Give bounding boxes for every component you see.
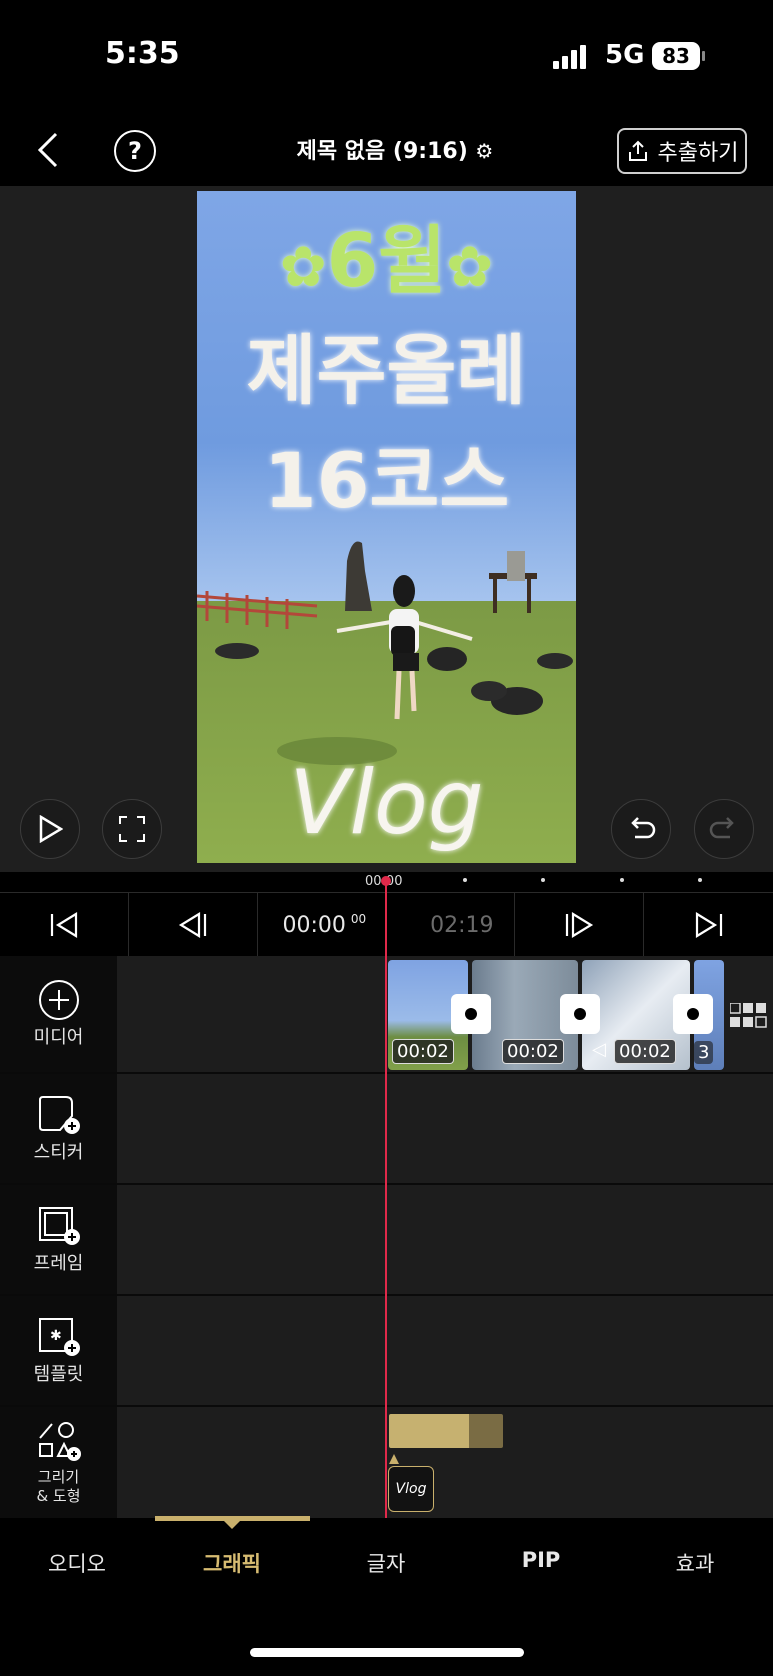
- fullscreen-button[interactable]: [102, 799, 162, 859]
- graphic-clip[interactable]: [389, 1414, 469, 1448]
- overlay-line-3: 16코스: [263, 436, 510, 525]
- home-indicator[interactable]: [250, 1648, 524, 1657]
- track-label-media: 미디어: [33, 1027, 84, 1048]
- mute-icon[interactable]: ◁: [592, 1039, 606, 1060]
- track-draw-shape[interactable]: 그리기 & 도형: [0, 1407, 117, 1518]
- battery-icon: 83: [652, 42, 708, 70]
- clip-duration: 00:02: [502, 1039, 564, 1064]
- frame-add-icon: [38, 1206, 80, 1245]
- track-frame[interactable]: 프레임: [0, 1185, 117, 1294]
- graphic-thumbnail[interactable]: Vlog: [388, 1466, 434, 1512]
- clover-right-icon: ✿: [446, 235, 494, 300]
- playhead-handle[interactable]: [381, 876, 391, 886]
- back-icon[interactable]: [34, 130, 64, 170]
- current-time: 00:00: [282, 912, 346, 938]
- fullscreen-icon: [119, 816, 145, 842]
- ruler-dot: [698, 878, 702, 882]
- current-frames: 00: [350, 912, 367, 926]
- tab-audio[interactable]: 오디오: [0, 1548, 154, 1578]
- transition-button[interactable]: [451, 994, 491, 1034]
- battery-level: 83: [652, 42, 700, 70]
- settings-gear-icon[interactable]: ⚙: [475, 139, 493, 163]
- tab-text[interactable]: 글자: [309, 1548, 463, 1578]
- grid-view-icon[interactable]: [730, 1003, 768, 1029]
- track-label-template: 템플릿: [33, 1363, 84, 1385]
- project-title[interactable]: 제목 없음 (9:16) ⚙: [260, 133, 530, 165]
- export-button[interactable]: 추출하기: [617, 128, 747, 174]
- transition-dot-icon: [574, 1008, 586, 1020]
- track-label-draw: 그리기 & 도형: [36, 1467, 81, 1505]
- transition-dot-icon: [687, 1008, 699, 1020]
- next-frame-icon: [565, 912, 594, 938]
- playhead[interactable]: [385, 880, 387, 1518]
- track-media[interactable]: 미디어: [0, 956, 117, 1072]
- status-time: 5:35: [105, 36, 180, 71]
- play-icon: [39, 815, 63, 843]
- active-tab-pointer: [224, 1521, 240, 1529]
- redo-button[interactable]: [694, 799, 754, 859]
- clip-duration: 3: [694, 1041, 714, 1064]
- skip-to-end-button[interactable]: [644, 893, 773, 957]
- draw-shape-icon: [38, 1421, 81, 1461]
- track-template[interactable]: ✱ 템플릿: [0, 1296, 117, 1405]
- overlay-line-1: ✿6월✿: [279, 218, 494, 304]
- undo-button[interactable]: [611, 799, 671, 859]
- export-label: 추출하기: [657, 141, 739, 166]
- prev-frame-icon: [178, 912, 207, 938]
- clover-left-icon: ✿: [279, 235, 327, 300]
- tab-graphic[interactable]: 그래픽: [155, 1548, 309, 1578]
- ruler-dot: [541, 878, 545, 882]
- prev-frame-button[interactable]: [129, 893, 258, 957]
- network-type: 5G: [605, 40, 645, 70]
- transition-button[interactable]: [560, 994, 600, 1034]
- graphic-pointer: [389, 1454, 399, 1464]
- transition-button[interactable]: [673, 994, 713, 1034]
- transition-dot-icon: [465, 1008, 477, 1020]
- overlay-vlog: Vlog: [289, 751, 484, 854]
- clip-duration: 00:02: [392, 1039, 454, 1064]
- next-frame-button[interactable]: [515, 893, 644, 957]
- sticker-add-icon: [38, 1095, 80, 1134]
- undo-icon: [631, 817, 656, 839]
- total-time: 02:19: [430, 912, 494, 938]
- svg-text:✱: ✱: [50, 1328, 62, 1344]
- template-add-icon: ✱: [38, 1317, 80, 1356]
- overlay-line-2: 제주올레: [246, 326, 527, 415]
- graphic-clip-tail[interactable]: [469, 1414, 503, 1448]
- ruler-dot: [463, 878, 467, 882]
- clip-duration: 00:02: [614, 1039, 676, 1064]
- project-title-text: 제목 없음 (9:16): [296, 139, 468, 164]
- track-sticker[interactable]: 스티커: [0, 1074, 117, 1183]
- skip-start-icon: [50, 912, 78, 938]
- tab-effects[interactable]: 효과: [618, 1548, 772, 1578]
- tab-pip[interactable]: PIP: [464, 1548, 618, 1572]
- ruler-dot: [620, 878, 624, 882]
- video-preview[interactable]: ✿6월✿ 제주올레 16코스 Vlog: [197, 191, 576, 863]
- signal-icon: [553, 45, 586, 69]
- track-label-sticker: 스티커: [33, 1141, 84, 1163]
- help-icon[interactable]: ?: [114, 130, 156, 172]
- plus-circle-icon: [38, 980, 79, 1020]
- skip-to-start-button[interactable]: [0, 893, 129, 957]
- track-label-frame: 프레임: [33, 1252, 84, 1274]
- skip-end-icon: [695, 912, 722, 938]
- upload-icon: [628, 140, 647, 161]
- redo-icon: [709, 817, 734, 839]
- play-button[interactable]: [20, 799, 80, 859]
